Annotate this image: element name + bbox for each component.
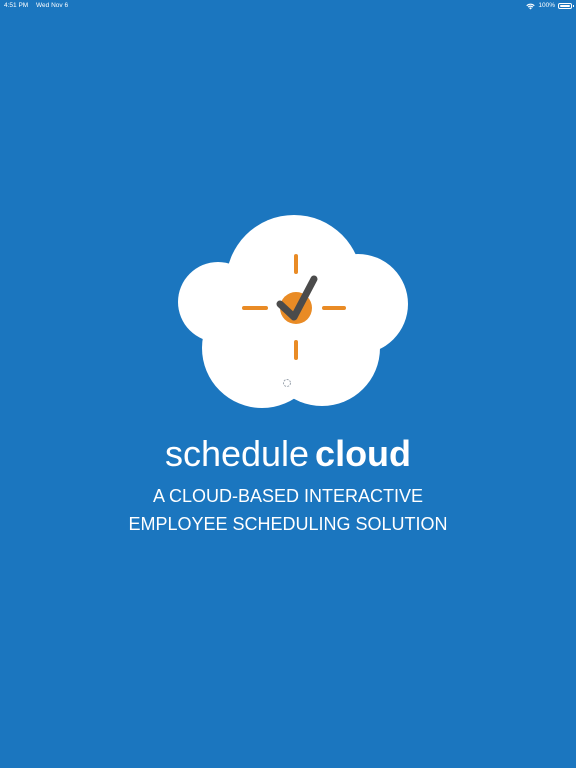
brand-bold-text: cloud	[315, 433, 412, 474]
app-logo	[160, 200, 420, 420]
status-right: 100%	[526, 0, 574, 12]
status-left: 4:51 PM Wed Nov 6	[4, 0, 74, 12]
status-time: 4:51 PM	[4, 2, 29, 9]
cloud-clock-check-logo	[178, 215, 408, 408]
status-bar: 4:51 PM Wed Nov 6 100%	[0, 0, 576, 12]
brand-wordmark: schedule cloud	[0, 430, 576, 478]
wifi-icon	[526, 3, 536, 9]
battery-icon	[558, 3, 574, 9]
brand-light-text: schedule	[164, 433, 310, 474]
tagline: A CLOUD-BASED INTERACTIVE EMPLOYEE SCHED…	[0, 482, 576, 538]
tagline-line-1: A CLOUD-BASED INTERACTIVE	[152, 486, 424, 506]
tagline-line-2: EMPLOYEE SCHEDULING SOLUTION	[128, 514, 448, 534]
status-date: Wed Nov 6	[36, 2, 69, 9]
battery-percent: 100%	[538, 2, 555, 9]
